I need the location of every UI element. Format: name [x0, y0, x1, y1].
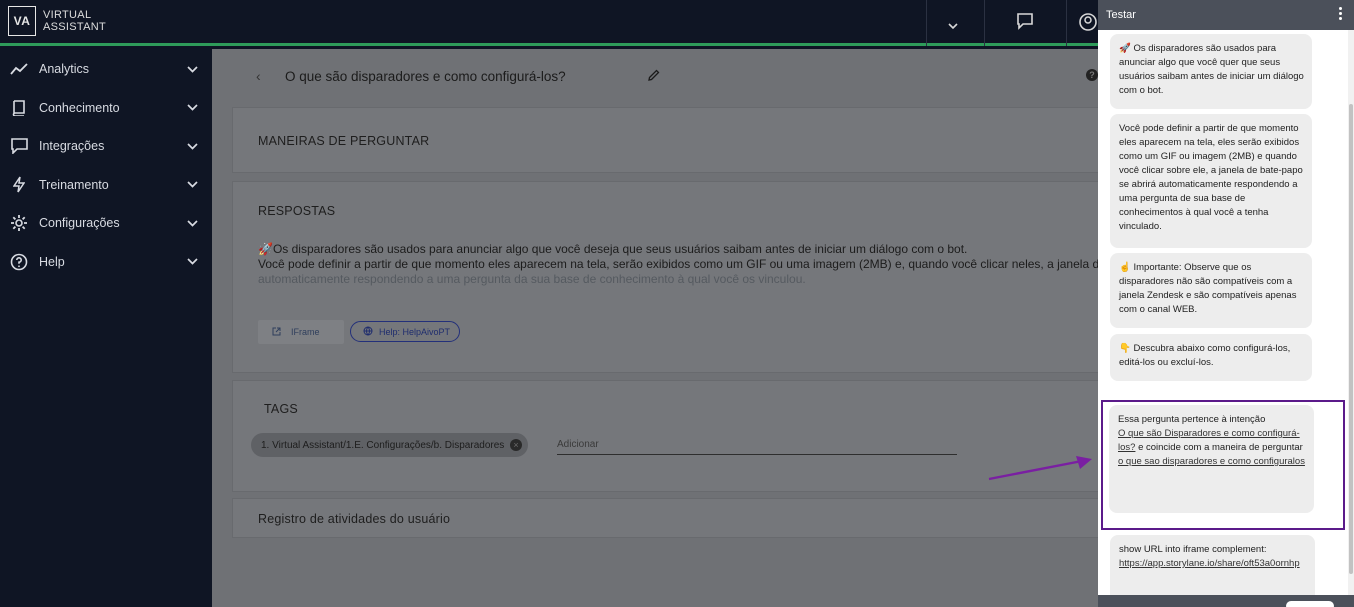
chat-icon — [9, 136, 29, 156]
rocket-icon: 🚀 — [1119, 43, 1131, 54]
help-icon[interactable]: ? — [1086, 69, 1098, 81]
sidebar-item-label: Configurações — [39, 216, 120, 231]
book-icon — [9, 98, 29, 118]
iframe-button-label: IFrame — [291, 327, 320, 337]
help-link-button[interactable]: Help: HelpAivoPT — [350, 321, 460, 342]
external-link-icon — [272, 327, 281, 338]
tag-chip-label: 1. Virtual Assistant/1.E. Configurações/… — [261, 439, 505, 451]
message-text: Descubra abaixo como configurá-los, edit… — [1119, 343, 1291, 368]
analytics-icon — [9, 59, 29, 79]
sidebar-item-label: Analytics — [39, 62, 90, 77]
section-title: TAGS — [264, 402, 298, 416]
card-tags: TAGS 1. Virtual Assistant/1.E. Configura… — [232, 380, 1102, 492]
logo[interactable]: VA VIRTUAL ASSISTANT — [8, 6, 106, 36]
response-line: automaticamente respondendo a uma pergun… — [258, 272, 806, 286]
section-title: MANEIRAS DE PERGUNTAR — [258, 134, 430, 148]
pencil-icon[interactable] — [648, 68, 660, 86]
section-title: Registro de atividades do usuário — [258, 512, 451, 526]
sidebar-item-analytics[interactable]: Analytics — [0, 50, 212, 89]
sidebar-item-conhecimento[interactable]: Conhecimento — [0, 89, 212, 128]
pointing-up-icon: ☝️ — [1119, 262, 1131, 273]
chevron-down-icon — [187, 66, 198, 73]
logo-line-2: ASSISTANT — [43, 21, 107, 33]
help-icon — [9, 252, 29, 272]
logo-mark: VA — [8, 6, 36, 36]
sidebar-item-label: Help — [39, 254, 65, 269]
gear-icon — [9, 213, 29, 233]
globe-icon — [363, 326, 373, 338]
sidebar-item-label: Conhecimento — [39, 100, 120, 115]
topbar-divider — [984, 0, 985, 46]
top-bar: VA VIRTUAL ASSISTANT — [0, 0, 1098, 46]
tag-chip[interactable]: 1. Virtual Assistant/1.E. Configurações/… — [251, 433, 528, 457]
toggle-switch[interactable] — [1286, 601, 1334, 607]
topbar-divider — [1066, 0, 1067, 46]
chat-message: Você pode definir a partir de que moment… — [1110, 114, 1312, 248]
help-button-label: Help: HelpAivoPT — [379, 326, 451, 337]
chat-message: show URL into iframe complement: https:/… — [1110, 535, 1315, 595]
back-button[interactable]: ‹ — [256, 68, 261, 84]
sidebar-item-label: Treinamento — [39, 177, 109, 192]
scrollbar-thumb[interactable] — [1349, 104, 1353, 574]
test-panel-header: Testar — [1098, 0, 1354, 30]
sidebar-item-help[interactable]: Help — [0, 243, 212, 282]
chat-message: ☝️ Importante: Observe que os disparador… — [1110, 253, 1312, 328]
chevron-down-icon — [187, 143, 198, 150]
card-registro-atividades[interactable]: Registro de atividades do usuário — [232, 498, 1102, 538]
chevron-down-icon — [187, 104, 198, 111]
tag-input[interactable]: Adicionar — [557, 439, 957, 455]
section-title: RESPOSTAS — [258, 204, 336, 218]
message-text: show URL into iframe complement: — [1119, 544, 1267, 555]
chat-message: 🚀 Os disparadores são usados para anunci… — [1110, 34, 1312, 109]
response-text: 🚀Os disparadores são usados para anuncia… — [258, 242, 1103, 287]
storylane-link[interactable]: https://app.storylane.io/share/oft53a0or… — [1119, 558, 1300, 569]
more-options-icon[interactable] — [1339, 7, 1342, 20]
chevron-down-icon — [187, 258, 198, 265]
card-respostas: RESPOSTAS 🚀Os disparadores são usados pa… — [232, 181, 1103, 373]
logo-line-1: VIRTUAL — [43, 9, 92, 21]
message-text: Importante: Observe que os disparadores … — [1119, 262, 1297, 315]
message-text: Os disparadores são usados para anunciar… — [1119, 43, 1304, 96]
sidebar-item-treinamento[interactable]: Treinamento — [0, 166, 212, 205]
card-maneiras-de-perguntar[interactable]: MANEIRAS DE PERGUNTAR — [232, 107, 1102, 173]
annotation-arrow — [988, 456, 1092, 481]
chevron-down-icon — [187, 220, 198, 227]
close-icon[interactable]: × — [510, 439, 522, 451]
pointing-down-icon: 👇 — [1119, 343, 1131, 354]
sidebar: Analytics Conhecimento Integrações Trein… — [0, 49, 212, 607]
response-line: Você pode definir a partir de que moment… — [258, 257, 1103, 271]
iframe-button[interactable]: IFrame — [258, 320, 344, 344]
chevron-down-icon — [187, 181, 198, 188]
highlight-box — [1101, 400, 1345, 530]
chevron-down-icon[interactable] — [948, 17, 958, 35]
response-line: Os disparadores são usados para anunciar… — [272, 242, 968, 256]
chat-message: 👇 Descubra abaixo como configurá-los, ed… — [1110, 334, 1312, 381]
topbar-divider — [926, 0, 927, 46]
chat-icon[interactable] — [1016, 12, 1034, 35]
main-content: ‹ O que são disparadores e como configur… — [212, 49, 1103, 607]
test-panel: Testar 🚀 Os disparadores são usados para… — [1098, 0, 1354, 607]
user-icon[interactable] — [1078, 12, 1098, 37]
sidebar-item-integracoes[interactable]: Integrações — [0, 127, 212, 166]
rocket-icon: 🚀 — [258, 242, 273, 256]
message-text: Você pode definir a partir de que moment… — [1119, 123, 1303, 232]
logo-text: VIRTUAL ASSISTANT — [43, 9, 106, 33]
bolt-icon — [9, 175, 29, 195]
sidebar-item-configuracoes[interactable]: Configurações — [0, 204, 212, 243]
sidebar-item-label: Integrações — [39, 139, 105, 154]
test-panel-title: Testar — [1106, 9, 1136, 21]
page-title: O que são disparadores e como configurá-… — [285, 69, 566, 84]
